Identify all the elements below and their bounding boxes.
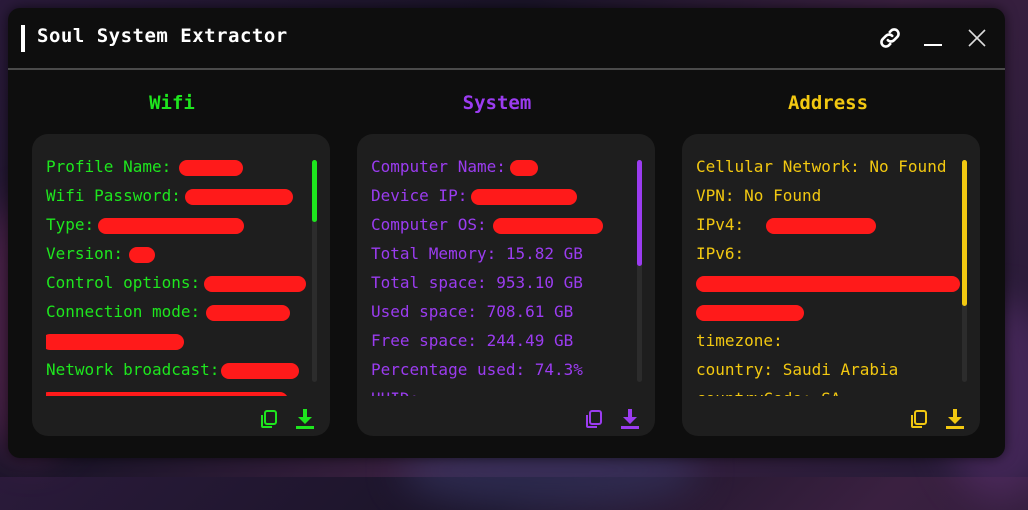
system-device-ip: Device IP: (371, 181, 637, 210)
address-scroll-thumb[interactable] (962, 160, 967, 306)
wifi-actions (258, 408, 316, 430)
link-button[interactable] (874, 22, 906, 54)
redaction-mark (221, 362, 300, 379)
system-download-button[interactable] (619, 408, 641, 430)
redaction-mark (766, 217, 877, 234)
system-used-space: Used space: 708.61 GB (371, 302, 574, 321)
redaction-mark (204, 275, 307, 292)
wifi-network-broadcast-cont (46, 384, 312, 396)
system-panel: Computer Name: Device IP: Computer OS: T… (357, 134, 655, 436)
link-icon (880, 28, 900, 48)
redaction-mark (98, 217, 245, 234)
close-button[interactable] (961, 22, 993, 54)
address-country: country: Saudi Arabia (696, 360, 899, 379)
system-scroll-thumb[interactable] (637, 160, 642, 266)
wifi-type: Type: (46, 210, 312, 239)
redaction-mark (46, 333, 184, 350)
minimize-icon (924, 44, 942, 46)
redaction-mark (179, 159, 244, 176)
address-copy-button[interactable] (908, 408, 930, 430)
system-computer-name: Computer Name: (371, 152, 637, 181)
redaction-mark (46, 391, 288, 396)
wifi-scrollbar[interactable] (312, 160, 317, 382)
wifi-password: Wifi Password: (46, 181, 312, 210)
title-divider (8, 68, 1005, 70)
wifi-profile-name: Profile Name: (46, 152, 312, 181)
system-computer-os: Computer OS: (371, 210, 637, 239)
system-content: Computer Name: Device IP: Computer OS: T… (371, 152, 637, 396)
wifi-scroll-thumb[interactable] (312, 160, 317, 222)
download-icon (296, 409, 314, 429)
wifi-version: Version: (46, 239, 312, 268)
wifi-connection-mode: Connection mode: (46, 297, 312, 326)
address-ipv6-value-cont (696, 297, 966, 326)
wifi-title: Wifi (149, 92, 195, 114)
wifi-content: Profile Name: Wifi Password: Type: Versi… (46, 152, 312, 396)
address-download-button[interactable] (944, 408, 966, 430)
wifi-connection-mode-cont (46, 326, 312, 355)
redaction-mark (471, 188, 578, 205)
download-icon (621, 409, 639, 429)
address-country-code: countryCode: SA (696, 384, 966, 396)
redaction-mark (696, 275, 960, 292)
download-icon (946, 409, 964, 429)
address-actions (908, 408, 966, 430)
system-copy-button[interactable] (583, 408, 605, 430)
address-timezone: timezone: (696, 331, 783, 350)
copy-icon (586, 410, 602, 428)
address-ipv6-value (696, 268, 966, 297)
system-percentage-used: Percentage used: 74.3% (371, 360, 583, 379)
system-free-space: Free space: 244.49 GB (371, 331, 574, 350)
minimize-button[interactable] (917, 22, 949, 54)
system-uuid: UUID: (371, 384, 637, 396)
wifi-network-broadcast: Network broadcast: (46, 355, 312, 384)
address-ipv4: IPv4: (696, 210, 966, 239)
system-total-memory: Total Memory: 15.82 GB (371, 244, 583, 263)
title-accent-bar (21, 25, 25, 52)
address-content: Cellular Network: No Found VPN: No Found… (696, 152, 966, 396)
wifi-control-options: Control options: (46, 268, 312, 297)
redaction-mark (696, 304, 804, 321)
redaction-mark (206, 304, 291, 321)
system-actions (583, 408, 641, 430)
address-vpn: VPN: No Found (696, 186, 822, 205)
wifi-panel: Profile Name: Wifi Password: Type: Versi… (32, 134, 330, 436)
redaction-mark (129, 246, 156, 263)
address-scrollbar[interactable] (962, 160, 967, 382)
copy-icon (261, 410, 277, 428)
close-icon (968, 29, 986, 47)
address-ipv6: IPv6: (696, 244, 745, 263)
copy-icon (911, 410, 927, 428)
app-window: Soul System Extractor Wifi Profile Name:… (8, 8, 1005, 458)
address-panel: Cellular Network: No Found VPN: No Found… (682, 134, 980, 436)
address-cellular-network: Cellular Network: No Found (696, 157, 947, 176)
system-total-space: Total space: 953.10 GB (371, 273, 583, 292)
redaction-mark (509, 159, 538, 176)
redaction-mark (184, 188, 293, 205)
system-title: System (462, 92, 532, 114)
wifi-copy-button[interactable] (258, 408, 280, 430)
system-scrollbar[interactable] (637, 160, 642, 382)
title-bar: Soul System Extractor (8, 8, 1005, 68)
window-title: Soul System Extractor (37, 25, 288, 47)
redaction-mark (492, 217, 603, 234)
address-title: Address (787, 92, 869, 114)
wifi-download-button[interactable] (294, 408, 316, 430)
